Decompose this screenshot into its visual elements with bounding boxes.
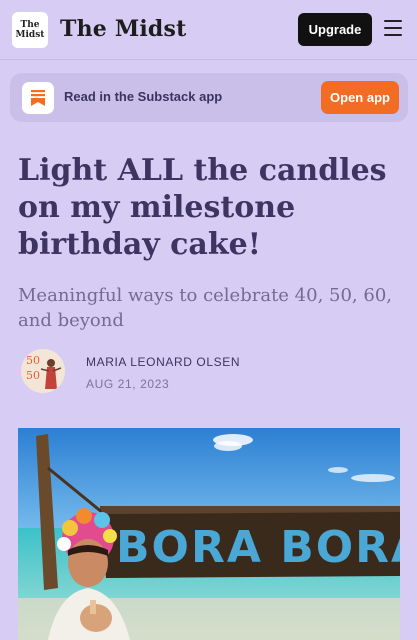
open-app-button[interactable]: Open app <box>321 81 399 114</box>
author-avatar[interactable]: 50 50 <box>21 349 65 393</box>
article-subtitle: Meaningful ways to celebrate 40, 50, 60,… <box>18 285 393 331</box>
article-title: Light ALL the candles on my milestone bi… <box>18 153 387 262</box>
avatar-text-bottom: 50 <box>26 369 40 382</box>
publish-date: AUG 21, 2023 <box>86 377 170 391</box>
upgrade-button[interactable]: Upgrade <box>298 13 372 46</box>
sign-text: BORA BORA <box>116 522 400 573</box>
author-name[interactable]: MARIA LEONARD OLSEN <box>86 355 240 369</box>
logo-line-1: The <box>20 20 40 30</box>
avatar-text-top: 50 <box>26 354 40 367</box>
logo-line-2: Midst <box>15 30 45 40</box>
hero-image: BORA BORA <box>18 428 400 640</box>
substack-bookmark-icon <box>22 82 54 114</box>
top-header: The Midst The Midst Upgrade <box>0 0 417 60</box>
publication-logo[interactable]: The Midst <box>12 12 48 48</box>
app-banner: Read in the Substack app Open app <box>10 73 408 122</box>
hamburger-menu-icon[interactable] <box>384 20 402 38</box>
publication-name[interactable]: The Midst <box>60 16 186 42</box>
banner-text: Read in the Substack app <box>64 89 223 104</box>
